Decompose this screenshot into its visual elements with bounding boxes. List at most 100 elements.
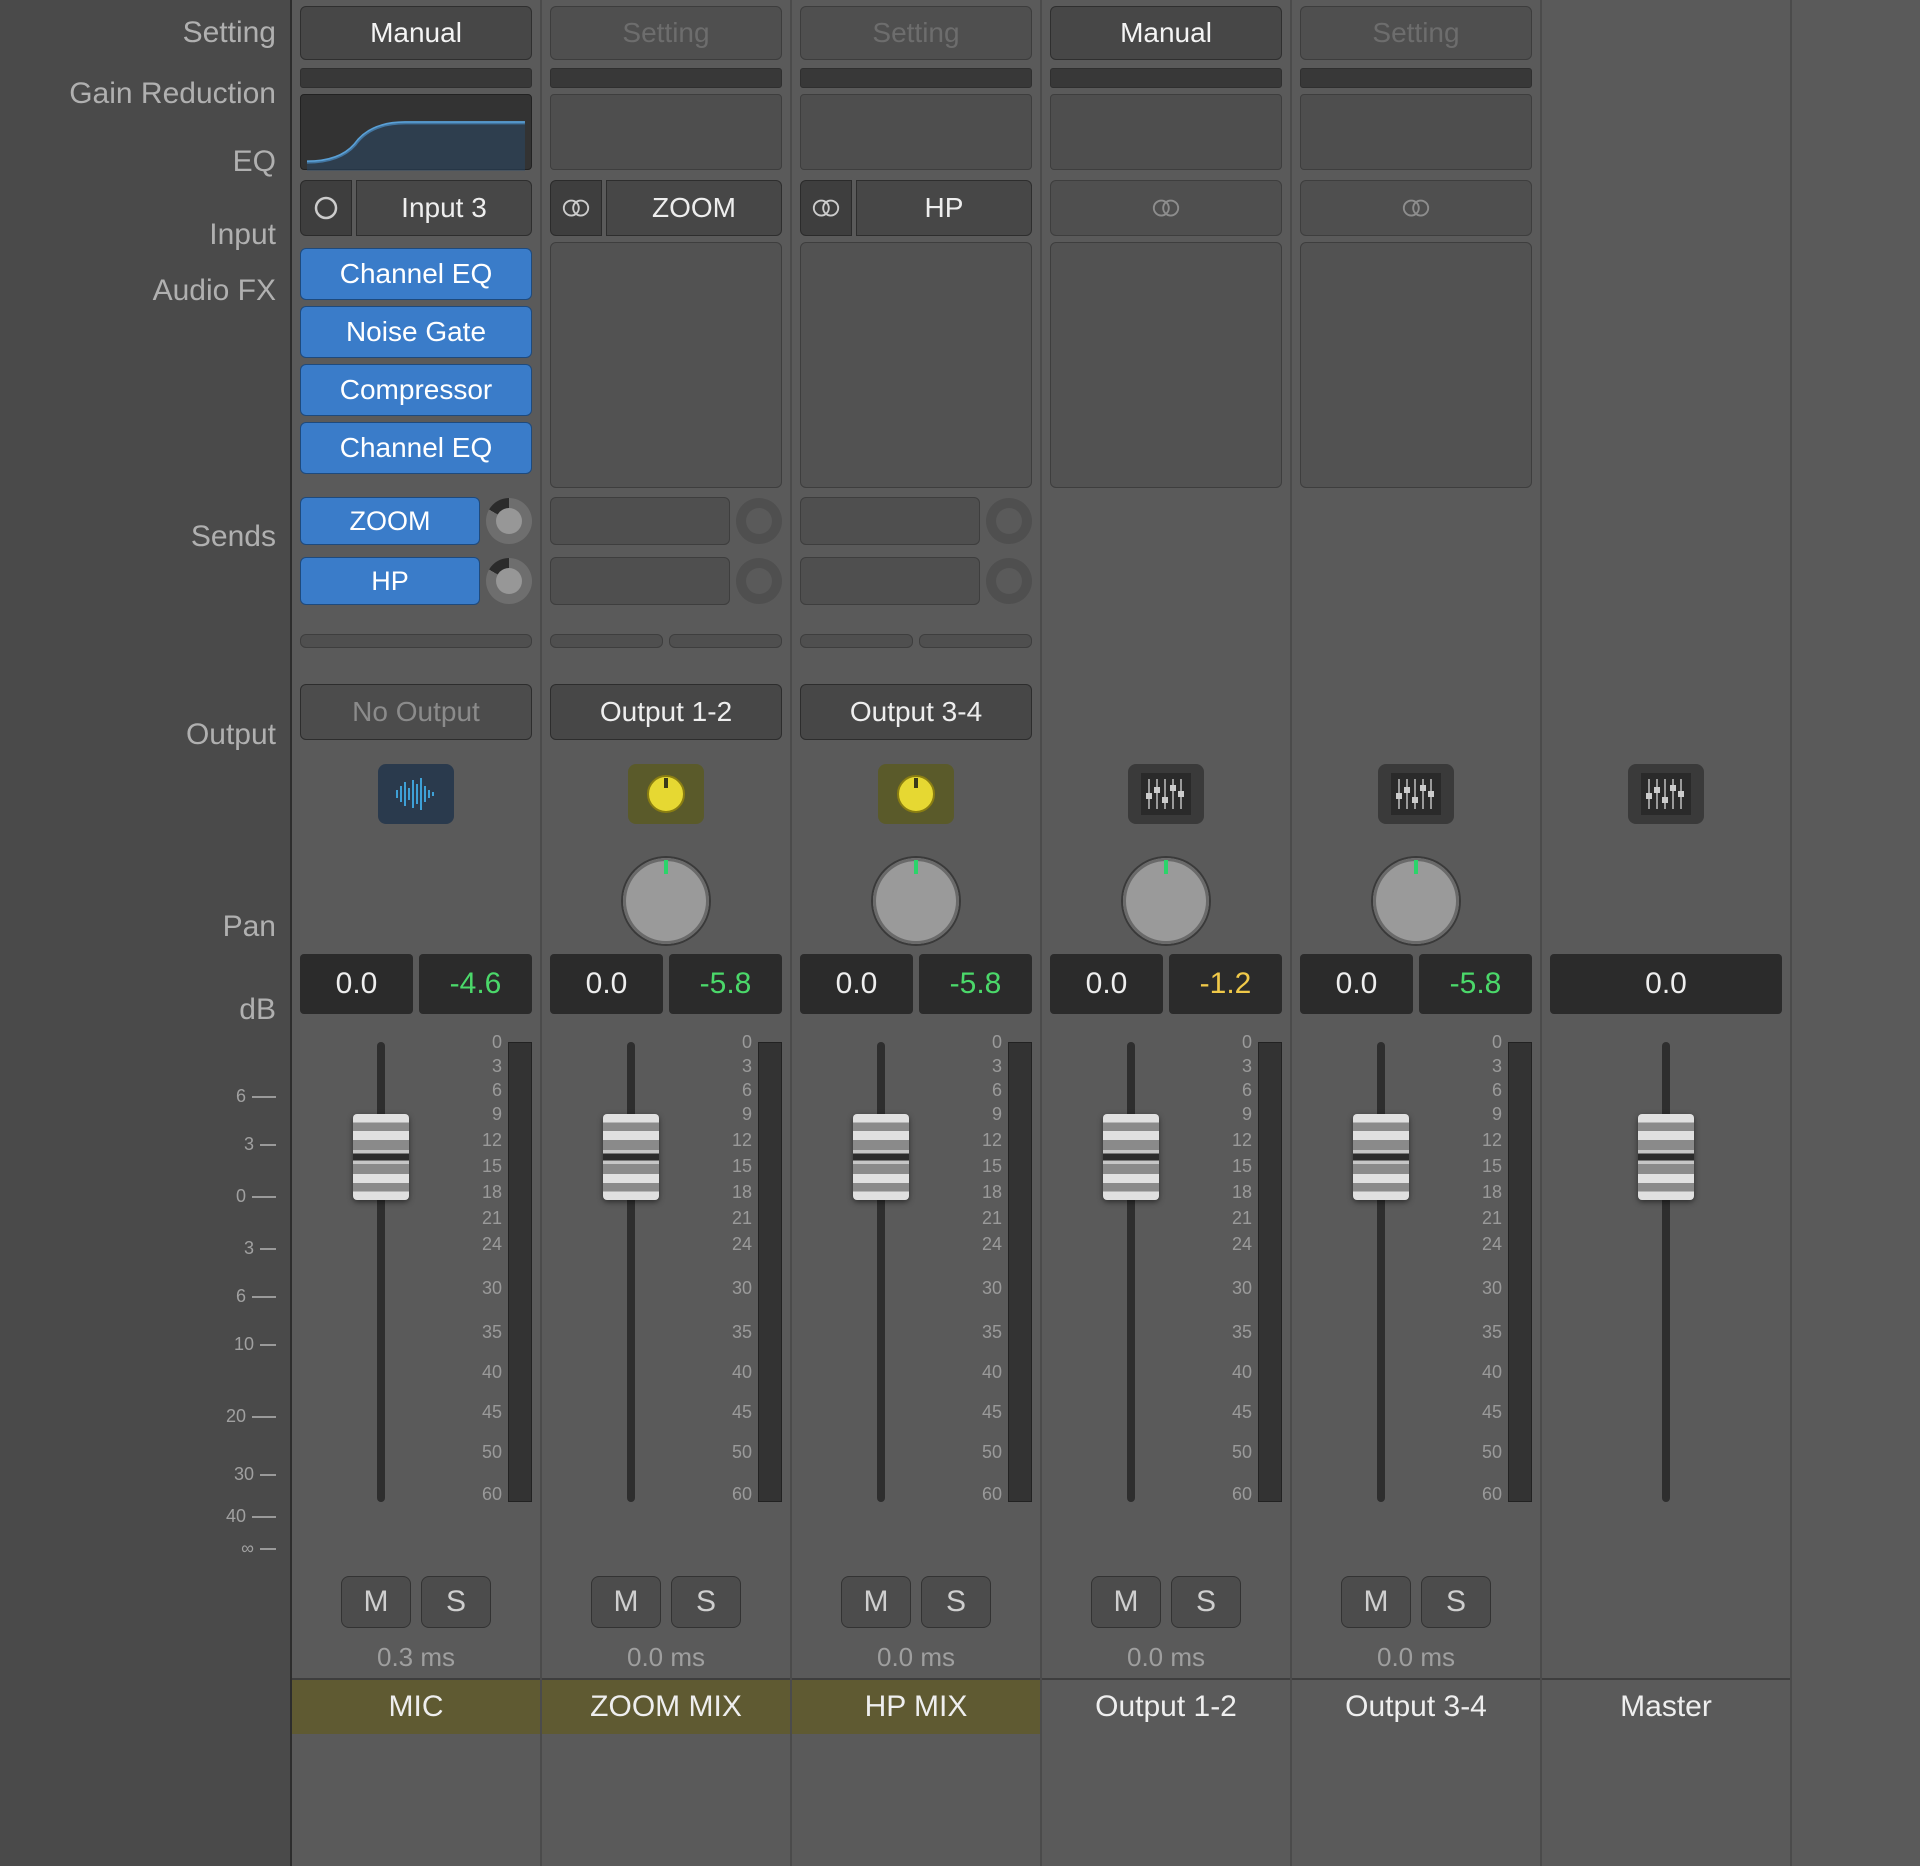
send-level-knob[interactable] bbox=[736, 498, 782, 544]
channel-name[interactable]: Output 1-2 bbox=[1042, 1678, 1290, 1734]
pan-knob[interactable] bbox=[873, 858, 959, 944]
audio-fx-slots[interactable] bbox=[1300, 242, 1532, 488]
channel-strip: Setting0.0-5.803691215182124303540455060… bbox=[1292, 0, 1542, 1866]
setting-button[interactable]: Setting bbox=[1300, 6, 1532, 60]
send-level-knob[interactable] bbox=[986, 498, 1032, 544]
channel-name[interactable]: MIC bbox=[292, 1678, 540, 1734]
mixer-icon[interactable] bbox=[1378, 764, 1454, 824]
fx-insert[interactable]: Channel EQ bbox=[300, 248, 532, 300]
sends-area bbox=[1050, 488, 1282, 678]
send-slot-empty[interactable] bbox=[919, 634, 1032, 648]
send-slot-empty[interactable] bbox=[550, 634, 663, 648]
fader-track[interactable] bbox=[627, 1042, 635, 1502]
input-selector[interactable] bbox=[1050, 180, 1282, 236]
fx-insert[interactable]: Noise Gate bbox=[300, 306, 532, 358]
mute-button[interactable]: M bbox=[841, 1576, 911, 1628]
send-slot-empty[interactable] bbox=[800, 634, 913, 648]
db-peak[interactable]: -1.2 bbox=[1169, 954, 1282, 1014]
fader-track[interactable] bbox=[1377, 1042, 1385, 1502]
channel-name[interactable]: Output 3-4 bbox=[1292, 1678, 1540, 1734]
pan-knob[interactable] bbox=[1373, 858, 1459, 944]
mute-button[interactable]: M bbox=[341, 1576, 411, 1628]
send-level-knob[interactable] bbox=[986, 558, 1032, 604]
solo-button[interactable]: S bbox=[1421, 1576, 1491, 1628]
setting-button[interactable]: Setting bbox=[550, 6, 782, 60]
db-peak[interactable]: -5.8 bbox=[919, 954, 1032, 1014]
db-peak[interactable]: -4.6 bbox=[419, 954, 532, 1014]
fader-track[interactable] bbox=[1127, 1042, 1135, 1502]
audio-fx-slots[interactable] bbox=[550, 242, 782, 488]
send-slot-empty[interactable] bbox=[550, 497, 730, 545]
fader-track[interactable] bbox=[877, 1042, 885, 1502]
input-selector[interactable] bbox=[1300, 180, 1532, 236]
send-slot[interactable]: HP bbox=[300, 557, 480, 605]
mute-button[interactable]: M bbox=[1341, 1576, 1411, 1628]
db-peak[interactable]: -5.8 bbox=[669, 954, 782, 1014]
fader-cap[interactable] bbox=[603, 1114, 659, 1200]
input-selector[interactable]: Input 3 bbox=[300, 180, 532, 236]
fader-track[interactable] bbox=[377, 1042, 385, 1502]
solo-button[interactable]: S bbox=[671, 1576, 741, 1628]
output-selector[interactable]: Output 3-4 bbox=[800, 684, 1032, 740]
send-level-knob[interactable] bbox=[486, 498, 532, 544]
send-level-knob[interactable] bbox=[486, 558, 532, 604]
send-level-knob[interactable] bbox=[736, 558, 782, 604]
db-value[interactable]: 0.0 bbox=[1300, 954, 1413, 1014]
aux-knob-icon[interactable] bbox=[878, 764, 954, 824]
mixer-icon[interactable] bbox=[1628, 764, 1704, 824]
output-selector[interactable]: No Output bbox=[300, 684, 532, 740]
fader-cap[interactable] bbox=[1638, 1114, 1694, 1200]
eq-slot[interactable] bbox=[550, 94, 782, 170]
eq-slot[interactable] bbox=[1300, 94, 1532, 170]
send-slot-empty[interactable] bbox=[800, 557, 980, 605]
channel-name[interactable]: ZOOM MIX bbox=[542, 1678, 790, 1734]
db-value[interactable]: 0.0 bbox=[300, 954, 413, 1014]
stereo-icon bbox=[1050, 180, 1282, 236]
send-slot[interactable]: ZOOM bbox=[300, 497, 480, 545]
db-value[interactable]: 0.0 bbox=[1550, 954, 1782, 1014]
fader-cap[interactable] bbox=[353, 1114, 409, 1200]
fader-scale-tick: ∞ bbox=[241, 1538, 276, 1559]
send-slot-empty[interactable] bbox=[550, 557, 730, 605]
pan-knob[interactable] bbox=[1123, 858, 1209, 944]
input-selector[interactable]: HP bbox=[800, 180, 1032, 236]
fader-area: 03691215182124303540455060 bbox=[1050, 1032, 1282, 1544]
solo-button[interactable]: S bbox=[921, 1576, 991, 1628]
fader-area bbox=[1550, 1032, 1782, 1544]
send-slot-empty[interactable] bbox=[669, 634, 782, 648]
send-slot-empty[interactable] bbox=[800, 497, 980, 545]
channel-name[interactable]: Master bbox=[1542, 1678, 1790, 1734]
fx-insert[interactable]: Compressor bbox=[300, 364, 532, 416]
audio-fx-slots[interactable]: Channel EQ Noise Gate Compressor Channel EQ bbox=[300, 242, 532, 488]
db-peak[interactable]: -5.8 bbox=[1419, 954, 1532, 1014]
audio-fx-slots[interactable] bbox=[1050, 242, 1282, 488]
send-slot-empty[interactable] bbox=[300, 634, 532, 648]
setting-button[interactable]: Manual bbox=[1050, 6, 1282, 60]
mute-button[interactable]: M bbox=[1091, 1576, 1161, 1628]
eq-slot[interactable] bbox=[1050, 94, 1282, 170]
eq-slot[interactable] bbox=[800, 94, 1032, 170]
aux-knob-icon[interactable] bbox=[628, 764, 704, 824]
mute-button[interactable]: M bbox=[591, 1576, 661, 1628]
setting-button[interactable]: Setting bbox=[800, 6, 1032, 60]
db-value[interactable]: 0.0 bbox=[550, 954, 663, 1014]
eq-thumbnail[interactable] bbox=[300, 94, 532, 170]
output-selector[interactable]: Output 1-2 bbox=[550, 684, 782, 740]
solo-button[interactable]: S bbox=[1171, 1576, 1241, 1628]
solo-button[interactable]: S bbox=[421, 1576, 491, 1628]
row-labels: Setting Gain Reduction EQ Input Audio FX… bbox=[0, 0, 292, 1866]
db-value[interactable]: 0.0 bbox=[1050, 954, 1163, 1014]
fader-cap[interactable] bbox=[1353, 1114, 1409, 1200]
input-selector[interactable]: ZOOM bbox=[550, 180, 782, 236]
db-value[interactable]: 0.0 bbox=[800, 954, 913, 1014]
fader-cap[interactable] bbox=[1103, 1114, 1159, 1200]
setting-button[interactable]: Manual bbox=[300, 6, 532, 60]
fader-cap[interactable] bbox=[853, 1114, 909, 1200]
fx-insert[interactable]: Channel EQ bbox=[300, 422, 532, 474]
audio-fx-slots[interactable] bbox=[800, 242, 1032, 488]
mixer-icon[interactable] bbox=[1128, 764, 1204, 824]
waveform-icon[interactable] bbox=[378, 764, 454, 824]
channel-name[interactable]: HP MIX bbox=[792, 1678, 1040, 1734]
pan-knob[interactable] bbox=[623, 858, 709, 944]
fader-track[interactable] bbox=[1662, 1042, 1670, 1502]
